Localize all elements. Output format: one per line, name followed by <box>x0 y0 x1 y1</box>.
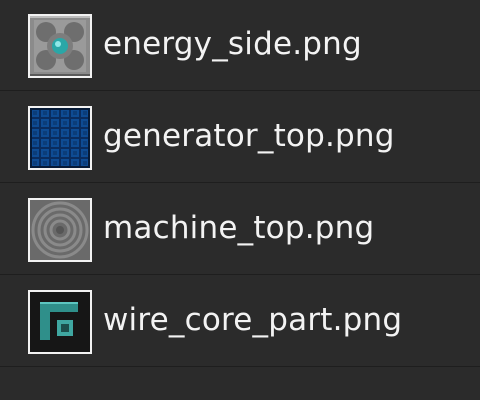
file-name: generator_top.png <box>103 118 395 154</box>
wire-core-part-texture-icon <box>28 290 92 354</box>
energy-side-texture-icon <box>28 14 92 78</box>
file-list: energy_side.png generator_top.png machin… <box>0 0 480 400</box>
file-row-machine-top[interactable]: machine_top.png <box>0 184 480 275</box>
file-name: wire_core_part.png <box>103 302 403 338</box>
file-row-wire-core-part[interactable]: wire_core_part.png <box>0 276 480 367</box>
file-name: machine_top.png <box>103 210 375 246</box>
machine-top-texture-icon <box>28 198 92 262</box>
empty-list-area <box>0 368 480 400</box>
file-row-energy-side[interactable]: energy_side.png <box>0 0 480 91</box>
file-row-generator-top[interactable]: generator_top.png <box>0 92 480 183</box>
file-name: energy_side.png <box>103 26 362 62</box>
generator-top-texture-icon <box>28 106 92 170</box>
